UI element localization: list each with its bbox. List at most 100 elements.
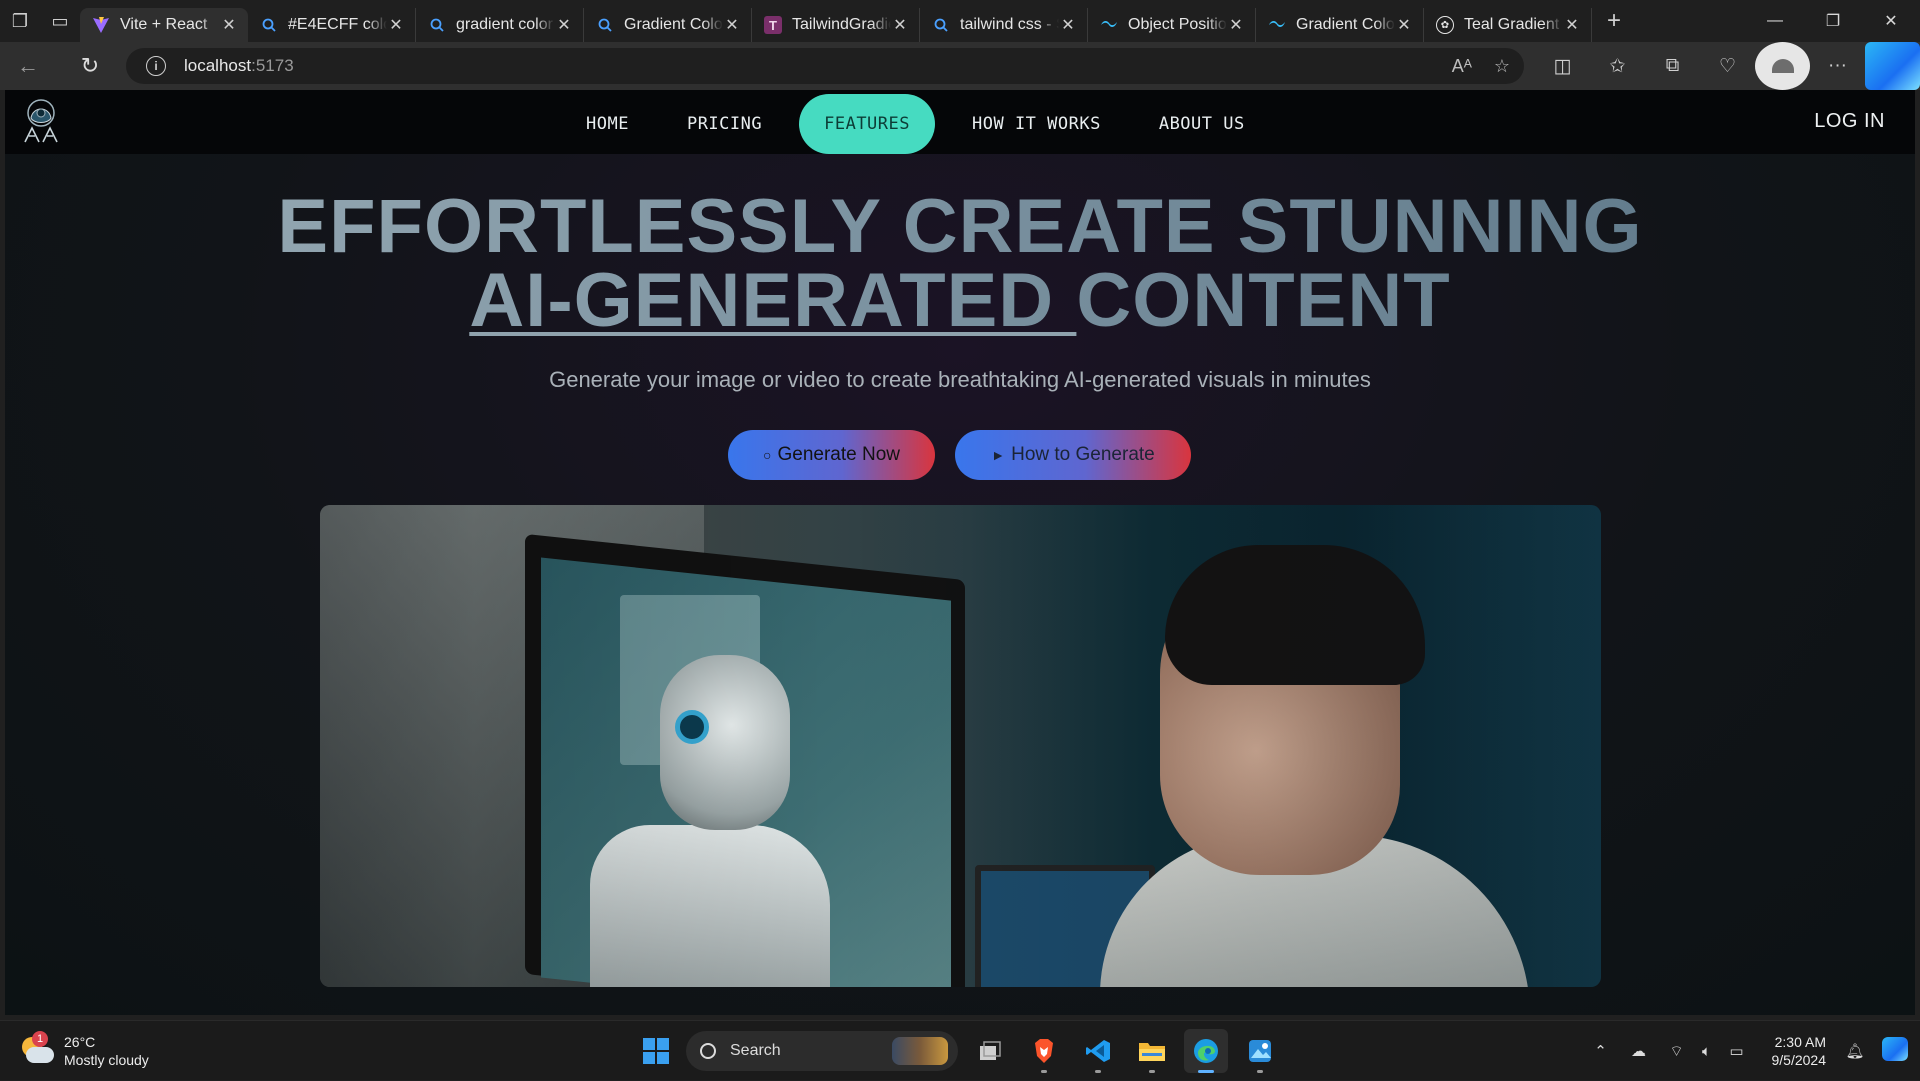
back-button[interactable]: ← xyxy=(0,42,56,90)
weather-widget[interactable]: 1 26°C Mostly cloudy xyxy=(20,1029,149,1073)
split-screen-icon[interactable]: ◫ xyxy=(1535,42,1590,90)
hero-image xyxy=(320,505,1601,987)
workspaces-icon[interactable]: ❐ xyxy=(0,0,40,42)
site-navbar: HOME PRICING FEATURES HOW IT WORKS ABOUT… xyxy=(5,90,1915,154)
copilot-taskbar-icon[interactable] xyxy=(1870,1037,1920,1065)
tab-title: gradient color xyxy=(456,16,555,34)
chevron-up-icon[interactable]: ⌃ xyxy=(1586,1042,1616,1060)
taskbar-apps: Search xyxy=(636,1027,1282,1075)
minimize-icon[interactable]: — xyxy=(1746,0,1804,42)
how-to-generate-button[interactable]: ► How to Generate xyxy=(955,430,1191,480)
close-tab-icon[interactable]: ✕ xyxy=(1563,15,1581,35)
favorite-star-icon[interactable]: ☆ xyxy=(1494,56,1510,77)
tab-title: #E4ECFF color xyxy=(288,16,387,34)
login-link[interactable]: LOG IN xyxy=(1814,110,1885,133)
tailwind-icon xyxy=(1268,16,1286,34)
nav-about-us[interactable]: ABOUT US xyxy=(1130,94,1274,154)
site-info-icon[interactable]: i xyxy=(146,56,166,76)
hero-buttons: ○ Generate Now ► How to Generate xyxy=(728,430,1191,480)
close-tab-icon[interactable]: ✕ xyxy=(891,15,909,35)
address-bar[interactable]: i localhost:5173 Aᴬ ☆ xyxy=(126,48,1524,84)
battery-icon[interactable]: ▭ xyxy=(1722,1042,1752,1060)
close-tab-icon[interactable]: ✕ xyxy=(723,15,741,35)
close-tab-icon[interactable]: ✕ xyxy=(1227,15,1245,35)
close-tab-icon[interactable]: ✕ xyxy=(1395,15,1413,35)
tab-e4ecff-color[interactable]: #E4ECFF color ✕ xyxy=(248,8,416,42)
tab-title: Gradient Colo xyxy=(1296,16,1395,34)
close-tab-icon[interactable]: ✕ xyxy=(1059,15,1077,35)
tab-title: Vite + React xyxy=(120,16,220,34)
nav-how-it-works[interactable]: HOW IT WORKS xyxy=(943,94,1130,154)
url-text: localhost:5173 xyxy=(184,56,294,76)
search-highlight-image xyxy=(892,1037,948,1065)
wifi-icon[interactable]: ⌔ xyxy=(1662,1042,1692,1061)
search-icon xyxy=(596,16,614,34)
browser-essentials-icon[interactable]: ♡ xyxy=(1700,42,1755,90)
nav-home[interactable]: HOME xyxy=(557,94,658,154)
site-logo-icon[interactable] xyxy=(21,98,61,144)
search-icon xyxy=(932,16,950,34)
tab-gradient-colo[interactable]: Gradient Colo ✕ xyxy=(584,8,752,42)
search-icon xyxy=(428,16,446,34)
refresh-button[interactable]: ↻ xyxy=(62,42,118,90)
how-to-generate-label: How to Generate xyxy=(1011,444,1155,466)
browser-tools: ◫ ✩ ⧉ ♡ ··· xyxy=(1535,42,1920,90)
tab-gradient-colo-2[interactable]: Gradient Colo ✕ xyxy=(1256,8,1424,42)
search-icon xyxy=(700,1043,716,1059)
tab-actions-icon[interactable]: ▭ xyxy=(40,0,80,42)
read-aloud-icon[interactable]: Aᴬ xyxy=(1452,56,1472,77)
taskbar-search[interactable]: Search xyxy=(686,1031,958,1071)
openai-icon: ✿ xyxy=(1436,16,1454,34)
hero-title-underlined: AI-GENERATED xyxy=(469,258,1076,343)
volume-icon[interactable]: 🔈︎ xyxy=(1692,1043,1722,1060)
restore-icon[interactable]: ❐ xyxy=(1804,0,1862,42)
close-tab-icon[interactable]: ✕ xyxy=(555,15,573,35)
favorites-icon[interactable]: ✩ xyxy=(1590,42,1645,90)
windows-start-icon[interactable] xyxy=(636,1031,676,1071)
hero-title: EFFORTLESSLY CREATE STUNNING AI-GENERATE… xyxy=(5,190,1915,338)
more-options-icon[interactable]: ··· xyxy=(1810,42,1865,90)
hero-title-line-1: EFFORTLESSLY CREATE STUNNING xyxy=(5,190,1915,264)
file-explorer-icon[interactable] xyxy=(1130,1029,1174,1073)
close-tab-icon[interactable]: ✕ xyxy=(220,15,238,35)
hero-title-rest: CONTENT xyxy=(1076,258,1450,343)
web-page: HOME PRICING FEATURES HOW IT WORKS ABOUT… xyxy=(5,90,1915,1015)
profile-avatar[interactable] xyxy=(1755,42,1810,90)
tab-title: Object Positio xyxy=(1128,16,1227,34)
tailwind-icon xyxy=(1100,16,1118,34)
copilot-icon[interactable] xyxy=(1865,42,1920,90)
tab-title: TailwindGradie xyxy=(792,16,891,34)
new-tab-button[interactable]: + xyxy=(1592,7,1636,35)
photos-app-icon[interactable] xyxy=(1238,1029,1282,1073)
tab-object-position[interactable]: Object Positio ✕ xyxy=(1088,8,1256,42)
collections-icon[interactable]: ⧉ xyxy=(1645,42,1700,90)
address-toolbar: ← ↻ i localhost:5173 Aᴬ ☆ ◫ ✩ ⧉ ♡ ··· xyxy=(0,42,1920,90)
clock[interactable]: 2:30 AM 9/5/2024 xyxy=(1772,1033,1827,1069)
window-controls: — ❐ ✕ xyxy=(1746,0,1920,42)
tab-gradient-color[interactable]: gradient color ✕ xyxy=(416,8,584,42)
tab-teal-gradient[interactable]: ✿ Teal Gradient ✕ xyxy=(1424,8,1592,42)
onedrive-cloud-icon[interactable]: ☁ xyxy=(1624,1042,1654,1060)
brave-browser-icon[interactable] xyxy=(1022,1029,1066,1073)
notifications-bell-icon[interactable]: 🔔︎ xyxy=(1840,1042,1870,1060)
tab-tailwind-css[interactable]: tailwind css - S ✕ xyxy=(920,8,1088,42)
nav-features[interactable]: FEATURES xyxy=(799,94,935,154)
windows-taskbar: 1 26°C Mostly cloudy Search xyxy=(0,1020,1920,1080)
system-tray: ⌃ ☁ ⌔ 🔈︎ ▭ 2:30 AM 9/5/2024 🔔︎ xyxy=(1586,1021,1920,1081)
generate-now-button[interactable]: ○ Generate Now xyxy=(728,430,935,480)
tab-tailwindgradient[interactable]: T TailwindGradie ✕ xyxy=(752,8,920,42)
task-view-icon[interactable] xyxy=(968,1029,1012,1073)
tab-vite-react[interactable]: Vite + React ✕ xyxy=(80,8,248,42)
play-icon: ► xyxy=(991,447,1005,463)
search-icon xyxy=(260,16,278,34)
vscode-icon[interactable] xyxy=(1076,1029,1120,1073)
nav-pricing[interactable]: PRICING xyxy=(658,94,791,154)
tab-title: tailwind css - S xyxy=(960,16,1059,34)
time: 2:30 AM xyxy=(1772,1033,1827,1051)
search-label: Search xyxy=(730,1042,781,1060)
close-tab-icon[interactable]: ✕ xyxy=(387,15,405,35)
temperature: 26°C xyxy=(64,1033,149,1051)
close-window-icon[interactable]: ✕ xyxy=(1862,0,1920,42)
edge-browser-icon[interactable] xyxy=(1184,1029,1228,1073)
tab-title: Gradient Colo xyxy=(624,16,723,34)
